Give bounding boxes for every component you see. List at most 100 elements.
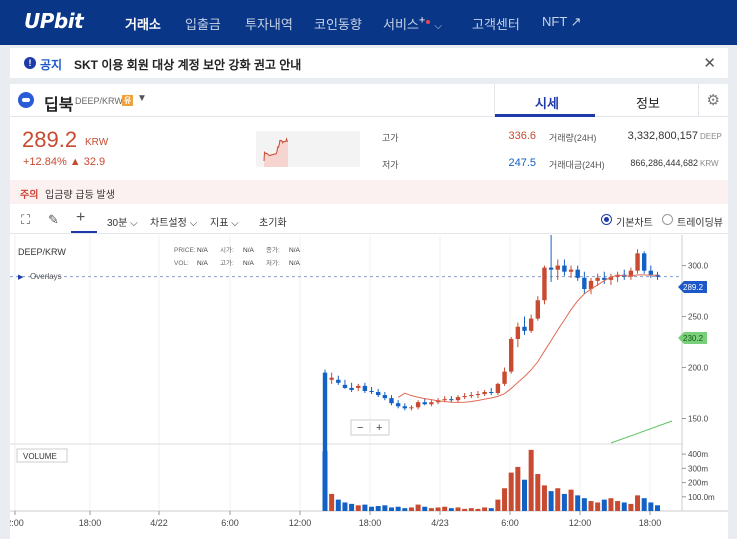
top-navigation: UPbit 거래소 입출금 투자내역 코인동향 서비스+ ⌵ 고객센터 NFT ↗	[0, 0, 737, 45]
sparkline-chart	[256, 131, 360, 167]
upbit-logo[interactable]: UPbit	[24, 9, 84, 33]
coin-logo-icon	[18, 92, 34, 108]
x-tick-label: 6:00	[221, 518, 239, 528]
chart-settings-select[interactable]: 차트설정 ⌵	[150, 214, 197, 229]
coin-header: 딥북 DEEP/KRW 유 ▼ 시세 정보 ⚙	[10, 84, 728, 117]
nav-deposit-withdraw[interactable]: 입출금	[185, 14, 221, 33]
nav-customer-center[interactable]: 고객센터	[472, 14, 520, 33]
chart-toolbar: ⛶ ✎ + 30분 ⌵ 차트설정 ⌵ 지표 ⌵ 초기화 기본차트 트레이딩뷰	[10, 206, 728, 234]
volume-bar	[462, 508, 468, 511]
overlays-label[interactable]: Overlays	[30, 272, 62, 281]
vol-tick-label: 100.0m	[688, 493, 715, 502]
volume-bar	[415, 504, 421, 511]
interval-label: 30분	[107, 218, 128, 229]
amount-24h-value: 866,286,444,682	[630, 158, 698, 168]
draw-pencil-icon[interactable]: ✎	[48, 212, 59, 228]
coin-pair: DEEP/KRW	[75, 96, 123, 106]
change-amount: ▲ 32.9	[69, 156, 106, 168]
volume-bar	[641, 498, 647, 511]
active-tool-indicator	[71, 231, 97, 233]
notice-bar[interactable]: ! 공지 SKT 이용 회원 대상 계정 보안 강화 권고 안내 ✕	[10, 48, 728, 78]
chart-symbol: DEEP/KRW	[18, 247, 66, 257]
volume-bar	[541, 485, 547, 511]
warning-tag: 주의	[20, 190, 39, 201]
nav-coin-trends[interactable]: 코인동향	[314, 14, 362, 33]
coin-select-caret-icon[interactable]: ▼	[137, 93, 147, 104]
divider	[698, 84, 699, 117]
candle-body	[575, 269, 580, 278]
candle-body	[648, 270, 654, 275]
candle-body	[442, 399, 447, 401]
nav-services[interactable]: 서비스+ ⌵	[383, 14, 442, 33]
reset-button[interactable]: 초기화	[259, 214, 287, 229]
candle-body	[415, 402, 421, 408]
candle-body	[522, 326, 527, 331]
volume-bar	[448, 508, 454, 511]
tab-info[interactable]: 정보	[636, 93, 660, 112]
candle-body	[342, 384, 348, 388]
volume-bar	[382, 505, 388, 511]
tab-quotes[interactable]: 시세	[535, 93, 559, 112]
volume-bar	[648, 502, 654, 511]
close-icon[interactable]: ✕	[703, 54, 716, 72]
low-label: 저가	[382, 160, 399, 170]
notice-text[interactable]: SKT 이용 회원 대상 계정 보안 강화 권고 안내	[74, 56, 301, 73]
warning-text: 입금량 급등 발생	[45, 190, 115, 201]
indicator-label: 지표	[210, 218, 229, 229]
candle-body	[528, 318, 534, 331]
basic-chart-radio[interactable]	[601, 214, 612, 225]
tradingview-radio[interactable]	[662, 214, 673, 225]
gear-icon[interactable]: ⚙	[707, 91, 720, 109]
tradingview-label[interactable]: 트레이딩뷰	[677, 214, 723, 229]
candle-body	[389, 398, 394, 404]
volume-bar	[375, 506, 381, 511]
volume-bar	[329, 493, 335, 511]
basic-chart-label[interactable]: 기본차트	[616, 214, 653, 229]
ohlc-label-price: PRICE:	[174, 247, 196, 254]
overlays-caret-icon[interactable]: ▶	[18, 274, 24, 281]
candle-body	[429, 402, 434, 405]
chevron-down-icon: ⌵	[434, 21, 442, 32]
interval-select[interactable]: 30분 ⌵	[107, 214, 138, 229]
candle-body	[349, 387, 354, 390]
coin-name[interactable]: 딥북	[44, 91, 73, 115]
candle-body	[336, 379, 341, 383]
plus-icon: +	[418, 14, 426, 27]
nav-exchange[interactable]: 거래소	[125, 14, 161, 33]
candle-body	[409, 407, 414, 409]
fullscreen-icon[interactable]: ⛶	[21, 212, 30, 228]
candle-body	[362, 385, 368, 391]
ohlc-value-close: N/A	[289, 247, 301, 254]
indicator-select[interactable]: 지표 ⌵	[210, 214, 239, 229]
nav-nft[interactable]: NFT ↗	[542, 14, 582, 30]
volume-bar	[355, 505, 361, 511]
x-tick-label: 2:00	[10, 518, 24, 528]
volume-bar	[535, 474, 541, 511]
volume-24h-value: 3,332,800,157	[627, 130, 698, 142]
volume-bar	[349, 503, 355, 511]
volume-bar	[362, 504, 368, 511]
candle-body	[509, 338, 514, 372]
nav-investments[interactable]: 투자내역	[245, 14, 293, 33]
volume-bar	[561, 493, 567, 511]
high-value: 336.6	[508, 130, 536, 142]
x-tick-label: 12:00	[289, 518, 312, 528]
volume-bar	[369, 506, 375, 511]
candlestick-chart-svg[interactable]: DEEP/KRW ▶ Overlays PRICE: N/A 시가: N/A 종…	[6, 232, 728, 539]
crosshair-icon[interactable]: +	[76, 209, 85, 227]
volume-bar	[575, 495, 581, 511]
chart-settings-label: 차트설정	[150, 218, 187, 229]
vol-tick-label: 300m	[688, 464, 708, 473]
volume-bar	[442, 506, 448, 511]
zoom-in-button[interactable]: +	[376, 422, 382, 434]
volume-unit: DEEP	[700, 132, 722, 141]
price-chart[interactable]: DEEP/KRW ▶ Overlays PRICE: N/A 시가: N/A 종…	[6, 232, 728, 539]
zoom-controls[interactable]: − +	[350, 419, 390, 436]
volume-bar	[515, 466, 521, 511]
candle-body	[329, 377, 334, 380]
nav-services-label: 서비스	[383, 17, 419, 32]
x-tick-label: 18:00	[639, 518, 662, 528]
high-label: 고가	[382, 133, 399, 143]
y-tick-label: 200.0	[688, 364, 709, 373]
zoom-out-button[interactable]: −	[357, 422, 363, 434]
